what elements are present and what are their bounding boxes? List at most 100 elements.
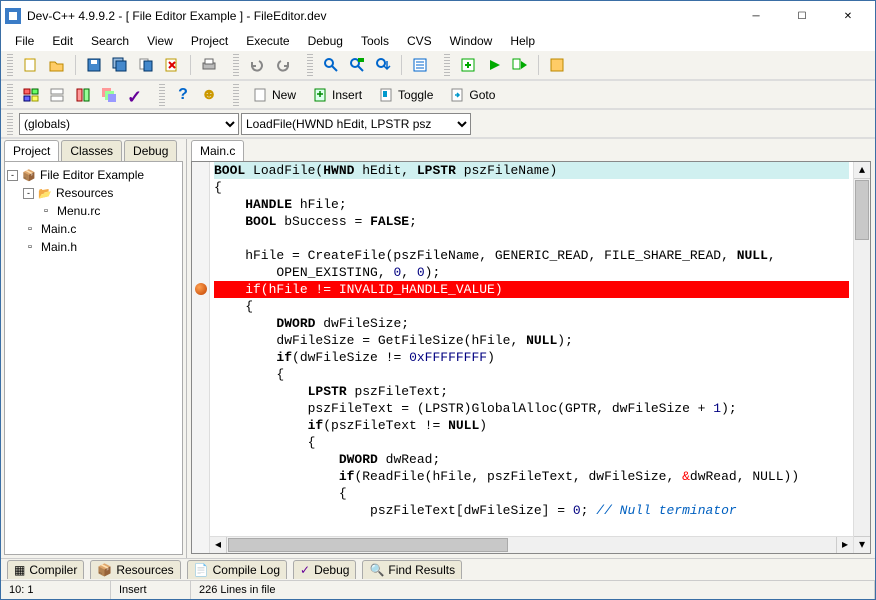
menu-execute[interactable]: Execute bbox=[238, 32, 297, 50]
code-line[interactable]: DWORD dwRead; bbox=[214, 451, 849, 468]
code-line[interactable]: OPEN_EXISTING, 0, 0); bbox=[214, 264, 849, 281]
tab-find-results[interactable]: 🔍Find Results bbox=[362, 560, 462, 579]
code-line[interactable]: { bbox=[214, 485, 849, 502]
code-line[interactable]: BOOL LoadFile(HWND hEdit, LPSTR pszFileN… bbox=[214, 162, 849, 179]
close-button[interactable]: ✕ bbox=[825, 2, 871, 30]
replace-button[interactable] bbox=[345, 53, 369, 77]
toolbar-grip[interactable] bbox=[7, 54, 13, 76]
output-tabs: ▦Compiler 📦Resources 📄Compile Log ✓Debug… bbox=[1, 558, 875, 580]
new-source-button[interactable]: New bbox=[245, 83, 303, 107]
tab-resources[interactable]: 📦Resources bbox=[90, 560, 180, 579]
menu-debug[interactable]: Debug bbox=[300, 32, 351, 50]
project-icon: 📦 bbox=[22, 168, 36, 182]
tab-debug[interactable]: Debug bbox=[124, 140, 177, 161]
code-line[interactable]: BOOL bSuccess = FALSE; bbox=[214, 213, 849, 230]
toolbar-grip-3[interactable] bbox=[307, 54, 313, 76]
menu-project[interactable]: Project bbox=[183, 32, 236, 50]
save-button[interactable] bbox=[82, 53, 106, 77]
undo-button[interactable] bbox=[245, 53, 269, 77]
tile-cols-button[interactable] bbox=[71, 83, 95, 107]
menu-edit[interactable]: Edit bbox=[44, 32, 81, 50]
run-button[interactable] bbox=[482, 53, 506, 77]
scope-dropdown[interactable]: (globals) bbox=[19, 113, 239, 135]
window-title: Dev-C++ 4.9.9.2 - [ File Editor Example … bbox=[27, 9, 733, 23]
toolbar-grip-4[interactable] bbox=[444, 54, 450, 76]
minimize-button[interactable]: ─ bbox=[733, 2, 779, 30]
tree-folder[interactable]: - 📂 Resources bbox=[7, 184, 180, 202]
code-line[interactable]: { bbox=[214, 179, 849, 196]
code-line[interactable]: if(pszFileText != NULL) bbox=[214, 417, 849, 434]
code-line[interactable]: LPSTR pszFileText; bbox=[214, 383, 849, 400]
toggle-bookmark-button[interactable]: Toggle bbox=[371, 83, 440, 107]
save-all-button[interactable] bbox=[108, 53, 132, 77]
menu-search[interactable]: Search bbox=[83, 32, 137, 50]
code-line[interactable] bbox=[214, 230, 849, 247]
status-lines: 226 Lines in file bbox=[191, 581, 875, 599]
tile-rows-button[interactable] bbox=[45, 83, 69, 107]
toolbar-grip-7[interactable] bbox=[233, 84, 239, 106]
code-line[interactable]: if(hFile != INVALID_HANDLE_VALUE) bbox=[214, 281, 849, 298]
compile-run-button[interactable] bbox=[508, 53, 532, 77]
toolbar-grip-2[interactable] bbox=[233, 54, 239, 76]
code-line[interactable]: pszFileText[dwFileSize] = 0; // Null ter… bbox=[214, 502, 849, 519]
close-file-button[interactable] bbox=[160, 53, 184, 77]
code-line[interactable]: if(ReadFile(hFile, pszFileText, dwFileSi… bbox=[214, 468, 849, 485]
code-line[interactable]: pszFileText = (LPSTR)GlobalAlloc(GPTR, d… bbox=[214, 400, 849, 417]
find-icon: 🔍 bbox=[369, 563, 384, 577]
menu-file[interactable]: File bbox=[7, 32, 42, 50]
tab-compiler[interactable]: ▦Compiler bbox=[7, 560, 84, 579]
toolbar-grip-6[interactable] bbox=[159, 84, 165, 106]
menu-help[interactable]: Help bbox=[502, 32, 543, 50]
rebuild-button[interactable] bbox=[545, 53, 569, 77]
tree-root[interactable]: - 📦 File Editor Example bbox=[7, 166, 180, 184]
help-button[interactable]: ? bbox=[171, 83, 195, 107]
go-to-line-button[interactable] bbox=[408, 53, 432, 77]
insert-snippet-button[interactable]: Insert bbox=[305, 83, 369, 107]
toolbar-grip-8[interactable] bbox=[7, 113, 13, 135]
menu-view[interactable]: View bbox=[139, 32, 181, 50]
toolbar-grip-5[interactable] bbox=[7, 84, 13, 106]
tile-horiz-button[interactable] bbox=[19, 83, 43, 107]
new-project-button[interactable] bbox=[19, 53, 43, 77]
menu-tools[interactable]: Tools bbox=[353, 32, 397, 50]
open-button[interactable] bbox=[45, 53, 69, 77]
code-line[interactable]: if(dwFileSize != 0xFFFFFFFF) bbox=[214, 349, 849, 366]
about-button[interactable]: ☻ bbox=[197, 83, 221, 107]
code-line[interactable]: dwFileSize = GetFileSize(hFile, NULL); bbox=[214, 332, 849, 349]
tab-debug-output[interactable]: ✓Debug bbox=[293, 560, 356, 579]
breakpoint-icon[interactable] bbox=[195, 283, 207, 295]
maximize-button[interactable]: ☐ bbox=[779, 2, 825, 30]
redo-button[interactable] bbox=[271, 53, 295, 77]
code-line[interactable]: { bbox=[214, 366, 849, 383]
menu-cvs[interactable]: CVS bbox=[399, 32, 440, 50]
expand-icon[interactable]: - bbox=[23, 188, 34, 199]
find-button[interactable] bbox=[319, 53, 343, 77]
expand-icon[interactable]: - bbox=[7, 170, 18, 181]
code-editor[interactable]: BOOL LoadFile(HWND hEdit, LPSTR pszFileN… bbox=[210, 162, 853, 553]
code-line[interactable]: HANDLE hFile; bbox=[214, 196, 849, 213]
tree-file-main-h[interactable]: ▫ Main.h bbox=[7, 238, 180, 256]
find-next-button[interactable] bbox=[371, 53, 395, 77]
menu-window[interactable]: Window bbox=[442, 32, 501, 50]
toggle-check-button[interactable]: ✓ bbox=[123, 83, 147, 107]
horizontal-scrollbar[interactable]: ◂ ▸ bbox=[210, 536, 853, 553]
tab-project[interactable]: Project bbox=[4, 140, 59, 161]
cascade-button[interactable] bbox=[97, 83, 121, 107]
code-line[interactable]: hFile = CreateFile(pszFileName, GENERIC_… bbox=[214, 247, 849, 264]
editor-gutter[interactable] bbox=[192, 162, 210, 553]
print-button[interactable] bbox=[197, 53, 221, 77]
code-line[interactable]: { bbox=[214, 434, 849, 451]
project-tree[interactable]: - 📦 File Editor Example - 📂 Resources ▫ … bbox=[4, 161, 183, 555]
code-line[interactable]: DWORD dwFileSize; bbox=[214, 315, 849, 332]
code-line[interactable]: { bbox=[214, 298, 849, 315]
save-copy-button[interactable] bbox=[134, 53, 158, 77]
vertical-scrollbar[interactable]: ▴ ▾ bbox=[853, 162, 870, 553]
tree-file-menu-rc[interactable]: ▫ Menu.rc bbox=[7, 202, 180, 220]
tab-classes[interactable]: Classes bbox=[61, 140, 122, 161]
editor-tab-main-c[interactable]: Main.c bbox=[191, 140, 244, 161]
function-dropdown[interactable]: LoadFile(HWND hEdit, LPSTR psz bbox=[241, 113, 471, 135]
compile-button[interactable] bbox=[456, 53, 480, 77]
tree-file-main-c[interactable]: ▫ Main.c bbox=[7, 220, 180, 238]
goto-bookmark-button[interactable]: Goto bbox=[442, 83, 502, 107]
tab-compile-log[interactable]: 📄Compile Log bbox=[187, 560, 287, 579]
